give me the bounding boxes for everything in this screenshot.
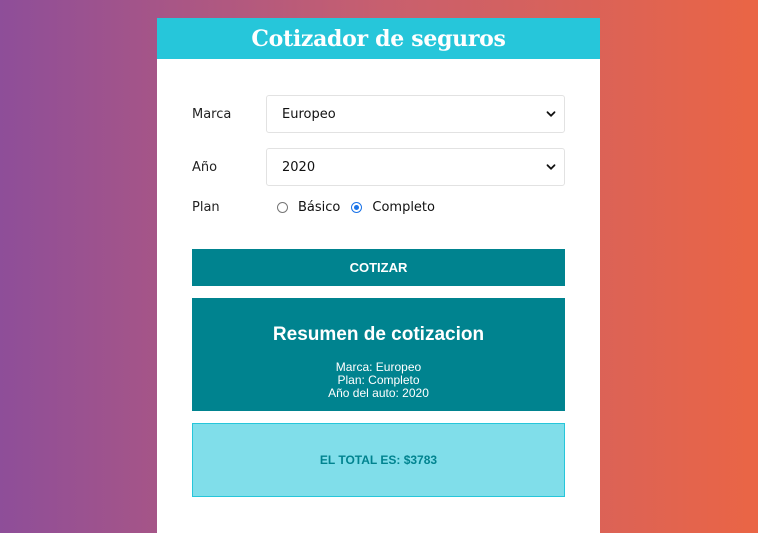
marca-select[interactable]: Europeo [266, 95, 565, 133]
plan-completo-radio[interactable] [351, 201, 363, 213]
plan-basico-label[interactable]: Básico [298, 200, 340, 215]
total-result: EL TOTAL ES: $3783 [192, 423, 565, 497]
marca-value: Europeo [282, 106, 336, 122]
anio-label: Año [192, 159, 218, 175]
plan-row: Plan Básico Completo [192, 198, 565, 216]
anio-select[interactable]: 2020 [266, 148, 565, 186]
plan-basico-radio[interactable] [277, 201, 288, 213]
quote-card: Cotizador de seguros Marca Europeo Año 2… [157, 18, 600, 533]
anio-row: Año 2020 [192, 148, 565, 186]
plan-label: Plan [192, 199, 220, 215]
chevron-down-icon [546, 109, 556, 119]
anio-value: 2020 [282, 159, 316, 175]
page-title: Cotizador de seguros [157, 18, 600, 59]
plan-radio-group: Básico Completo [277, 200, 446, 215]
summary-title: Resumen de cotizacion [272, 324, 485, 345]
summary-anio: Año del auto: 2020 [328, 386, 429, 400]
marca-row: Marca Europeo [192, 95, 565, 133]
chevron-down-icon [546, 162, 556, 172]
quote-summary: Resumen de cotizacion Marca: Europeo Pla… [192, 298, 565, 411]
plan-completo-label[interactable]: Completo [372, 200, 435, 215]
marca-label: Marca [192, 106, 232, 122]
cotizar-button[interactable]: COTIZAR [192, 249, 565, 286]
